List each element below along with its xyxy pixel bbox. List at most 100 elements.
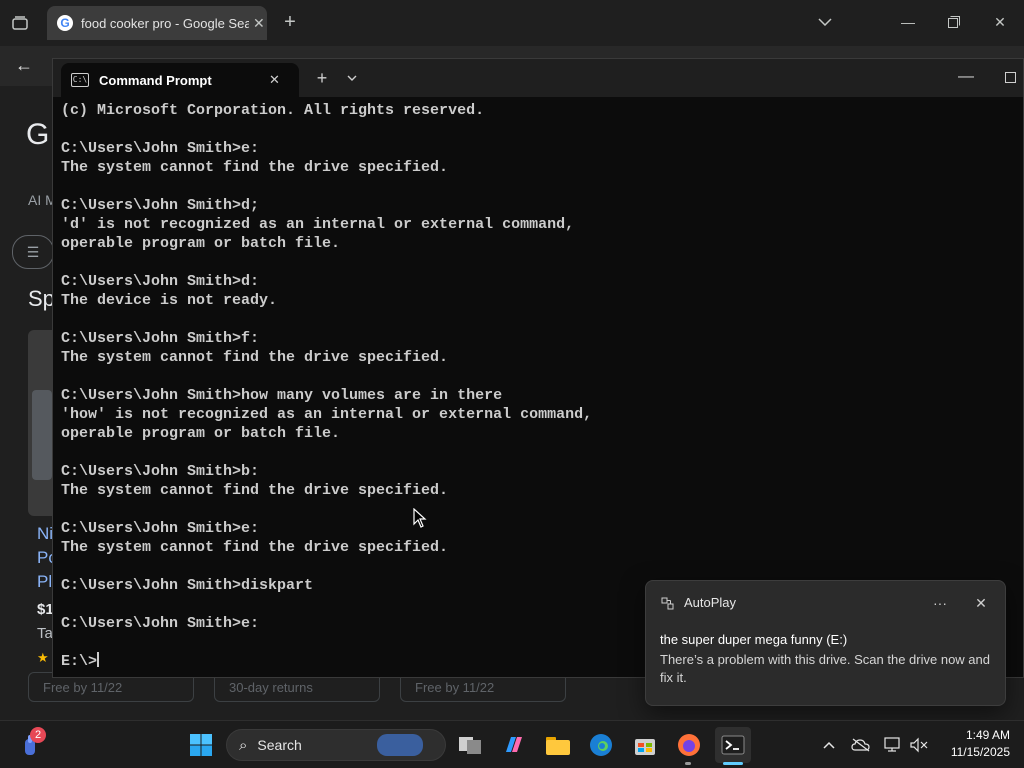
restore-icon: [948, 16, 960, 28]
tab-search-button[interactable]: [6, 10, 34, 36]
sliders-icon: ☰: [26, 243, 40, 260]
terminal-line: The system cannot find the drive specifi…: [61, 539, 449, 556]
notification-body: There’s a problem with this drive. Scan …: [660, 652, 990, 685]
terminal-taskbar-button[interactable]: [715, 727, 751, 765]
plus-icon: +: [284, 10, 296, 33]
terminal-line: C:\Users\John Smith>b:: [61, 463, 260, 480]
chevron-down-icon: [347, 75, 357, 81]
new-tab-button[interactable]: +: [278, 10, 302, 34]
folder-icon: [546, 737, 570, 755]
copilot-button[interactable]: [496, 727, 532, 763]
search-highlight-image: [377, 734, 424, 756]
terminal-line: C:\Users\John Smith>f:: [61, 330, 260, 347]
terminal-maximize-button[interactable]: [997, 63, 1023, 91]
volume-button[interactable]: [907, 733, 931, 757]
minimize-icon: —: [901, 14, 915, 30]
maximize-icon: [1004, 71, 1016, 83]
terminal-line: (c) Microsoft Corporation. All rights re…: [61, 102, 485, 119]
terminal-line: operable program or batch file.: [61, 425, 341, 442]
terminal-new-tab-button[interactable]: +: [311, 67, 333, 89]
browser-tab-title: food cooker pro - Google Searc: [81, 15, 249, 31]
terminal-line: The system cannot find the drive specifi…: [61, 482, 449, 499]
terminal-line: C:\Users\John Smith>e:: [61, 520, 260, 537]
browser-tab-active[interactable]: G food cooker pro - Google Searc ✕: [47, 6, 267, 40]
firefox-button[interactable]: [671, 727, 707, 765]
browser-close-button[interactable]: ✕: [977, 8, 1023, 36]
tab-list-button[interactable]: [812, 10, 838, 34]
terminal-line: 'how' is not recognized as an internal o…: [61, 406, 593, 423]
terminal-line: operable program or batch file.: [61, 235, 341, 252]
mouse-pointer-icon: [413, 508, 427, 528]
close-icon: ✕: [975, 594, 987, 611]
terminal-line: C:\Users\John Smith>e:: [61, 140, 260, 157]
star-icon: ★: [37, 650, 49, 665]
close-tab-icon[interactable]: ✕: [253, 15, 265, 32]
clock-time[interactable]: 1:49 AM: [950, 728, 1010, 742]
tab-search-icon: [12, 16, 28, 30]
terminal-line: C:\Users\John Smith>diskpart: [61, 577, 314, 594]
terminal-line: The system cannot find the drive specifi…: [61, 349, 449, 366]
filter-button[interactable]: ☰: [12, 235, 54, 269]
notification-close-button[interactable]: ✕: [968, 593, 994, 613]
terminal-line: C:\Users\John Smith>d:: [61, 273, 260, 290]
terminal-line: 'd' is not recognized as an internal or …: [61, 216, 575, 233]
autoplay-notification[interactable]: AutoPlay ··· ✕ the super duper mega funn…: [645, 580, 1006, 706]
close-tab-icon[interactable]: ✕: [269, 72, 280, 88]
product-title-line[interactable]: Pl: [37, 572, 52, 592]
file-explorer-button[interactable]: [540, 727, 576, 763]
firefox-icon: [678, 734, 700, 756]
active-indicator: [723, 762, 743, 765]
arrow-left-icon: ←: [15, 54, 33, 75]
browser-minimize-button[interactable]: —: [885, 8, 931, 36]
edge-button[interactable]: [583, 727, 619, 763]
start-button[interactable]: [183, 727, 219, 763]
minimize-icon: —: [958, 68, 974, 85]
store-button[interactable]: [627, 727, 663, 763]
product-title-line[interactable]: Ni: [37, 524, 53, 544]
open-indicator: [685, 762, 691, 765]
windows-icon: [190, 734, 212, 756]
browser-restore-button[interactable]: [931, 8, 977, 36]
search-icon: ⌕: [239, 736, 248, 754]
search-label: Search: [257, 737, 302, 753]
autoplay-icon: [660, 596, 674, 610]
chevron-up-icon: [823, 741, 835, 749]
terminal-tab[interactable]: C:\ Command Prompt ✕: [61, 63, 299, 97]
google-icon: G: [57, 15, 73, 31]
sponsored-heading: Sp: [28, 286, 55, 311]
terminal-line: C:\Users\John Smith>d;: [61, 197, 260, 214]
chevron-down-icon: [818, 18, 832, 26]
taskbar: 2 ⌕ Search 1:49 AM 11/15/2025: [0, 720, 1024, 768]
product-photo: [32, 390, 52, 480]
network-icon: [884, 737, 900, 752]
clock-date[interactable]: 11/15/2025: [938, 745, 1010, 759]
back-button[interactable]: ←: [10, 52, 38, 78]
terminal-line: C:\Users\John Smith>e:: [61, 615, 260, 632]
terminal-icon: [721, 735, 745, 755]
onedrive-offline-icon: [851, 738, 870, 752]
google-logo-fragment: G: [26, 118, 50, 151]
terminal-dropdown-button[interactable]: [341, 67, 363, 89]
volume-muted-icon: [910, 737, 928, 753]
plus-icon: +: [316, 67, 328, 88]
taskbar-search-box[interactable]: ⌕ Search: [226, 729, 446, 761]
task-view-icon: [459, 737, 481, 754]
store-icon: [635, 739, 655, 755]
network-button[interactable]: [881, 733, 905, 757]
notification-title: the super duper mega funny (E:): [660, 632, 848, 647]
onedrive-button[interactable]: [849, 733, 873, 757]
show-hidden-icons-button[interactable]: [817, 733, 841, 757]
close-icon: ✕: [994, 13, 1006, 30]
terminal-line: C:\Users\John Smith>how many volumes are…: [61, 387, 503, 404]
product-store: Ta: [37, 625, 53, 642]
task-view-button[interactable]: [452, 727, 488, 763]
terminal-minimize-button[interactable]: —: [943, 63, 989, 91]
text-cursor: [97, 652, 100, 667]
terminal-line: The device is not ready.: [61, 292, 278, 309]
terminal-line: The system cannot find the drive specifi…: [61, 159, 449, 176]
notification-badge: 2: [30, 727, 46, 743]
terminal-prompt: E:\>: [61, 653, 98, 670]
notification-more-button[interactable]: ···: [926, 593, 954, 613]
notification-app-name: AutoPlay: [684, 595, 737, 610]
edge-icon: [590, 734, 612, 756]
